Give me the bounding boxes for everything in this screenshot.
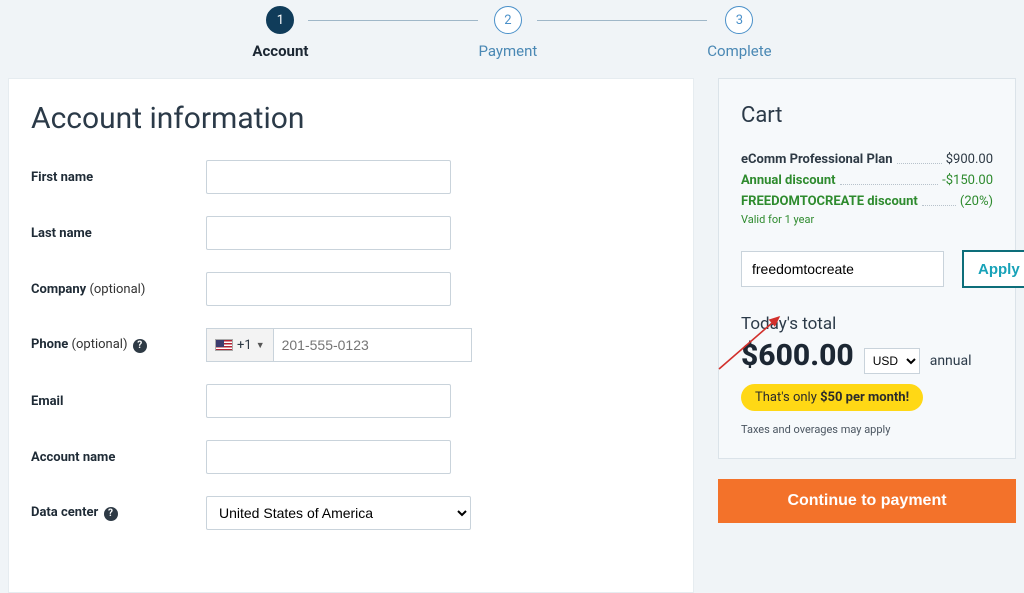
step-number: 2 (494, 6, 522, 34)
plan-label: eComm Professional Plan (741, 152, 893, 167)
step-connector (537, 20, 707, 21)
phone-cc-text: +1 (237, 338, 252, 353)
annual-discount-value: -$150.00 (942, 173, 993, 188)
step-label: Complete (707, 42, 771, 60)
email-input[interactable] (206, 384, 451, 418)
apply-button[interactable]: Apply (962, 250, 1024, 288)
phone-label: Phone (optional) ? (31, 337, 206, 353)
account-name-row: Account name (31, 440, 671, 474)
promo-discount-line: FREEDOMTOCREATE discount (20%) (741, 194, 993, 209)
promo-discount-value: (20%) (960, 194, 993, 209)
page-title: Account information (31, 101, 671, 136)
promo-valid-note: Valid for 1 year (741, 213, 993, 226)
data-center-select[interactable]: United States of America (206, 496, 471, 530)
phone-optional: (optional) (68, 337, 127, 352)
data-center-row: Data center ? United States of America (31, 496, 671, 530)
email-label: Email (31, 394, 206, 409)
company-label-text: Company (31, 282, 86, 297)
phone-input[interactable] (274, 328, 472, 362)
monthly-badge: That's only $50 per month! (741, 384, 923, 411)
step-number: 3 (725, 6, 753, 34)
data-center-label: Data center ? (31, 505, 206, 521)
currency-select[interactable]: USD (864, 348, 920, 374)
badge-prefix: That's only (755, 390, 820, 405)
company-optional: (optional) (86, 282, 145, 297)
promo-discount-label: FREEDOMTOCREATE discount (741, 194, 918, 209)
step-label: Payment (478, 42, 537, 60)
progress-stepper: 1 Account 2 Payment 3 Complete (0, 0, 1024, 60)
company-row: Company (optional) (31, 272, 671, 306)
help-icon[interactable]: ? (133, 339, 147, 353)
step-number: 1 (266, 6, 294, 34)
step-complete[interactable]: 3 Complete (707, 6, 771, 60)
annual-discount-line: Annual discount -$150.00 (741, 173, 993, 188)
company-input[interactable] (206, 272, 451, 306)
promo-row: Apply (741, 250, 993, 288)
promo-code-input[interactable] (741, 251, 944, 287)
first-name-input[interactable] (206, 160, 451, 194)
account-name-input[interactable] (206, 440, 451, 474)
dotted-fill (840, 173, 939, 185)
phone-row: Phone (optional) ? +1 ▼ (31, 328, 671, 362)
account-name-label: Account name (31, 450, 206, 465)
step-connector (308, 20, 478, 21)
billing-period: annual (930, 353, 972, 369)
last-name-row: Last name (31, 216, 671, 250)
email-row: Email (31, 384, 671, 418)
account-form-panel: Account information First name Last name… (8, 78, 694, 593)
annual-discount-label: Annual discount (741, 173, 836, 188)
total-row: $600.00 USD annual (741, 338, 993, 374)
plan-price: $900.00 (946, 152, 993, 167)
phone-label-text: Phone (31, 337, 68, 352)
tax-note: Taxes and overages may apply (741, 423, 993, 436)
last-name-label: Last name (31, 226, 206, 241)
help-icon[interactable]: ? (104, 507, 118, 521)
dotted-fill (897, 152, 942, 164)
phone-country-selector[interactable]: +1 ▼ (206, 328, 274, 362)
last-name-input[interactable] (206, 216, 451, 250)
cart-heading: Cart (741, 103, 993, 128)
plan-line: eComm Professional Plan $900.00 (741, 152, 993, 167)
cart-panel: Cart eComm Professional Plan $900.00 Ann… (718, 78, 1016, 459)
total-label: Today's total (741, 314, 993, 334)
continue-button[interactable]: Continue to payment (718, 479, 1016, 523)
company-label: Company (optional) (31, 282, 206, 297)
badge-bold: $50 per month! (820, 390, 909, 405)
step-account[interactable]: 1 Account (252, 6, 308, 60)
first-name-label: First name (31, 170, 206, 185)
total-amount: $600.00 (741, 338, 854, 373)
step-payment[interactable]: 2 Payment (478, 6, 537, 60)
chevron-down-icon: ▼ (256, 340, 265, 351)
us-flag-icon (215, 339, 233, 351)
data-center-label-text: Data center (31, 505, 98, 520)
dotted-fill (922, 194, 956, 206)
phone-group: +1 ▼ (206, 328, 436, 362)
first-name-row: First name (31, 160, 671, 194)
step-label: Account (252, 42, 308, 60)
